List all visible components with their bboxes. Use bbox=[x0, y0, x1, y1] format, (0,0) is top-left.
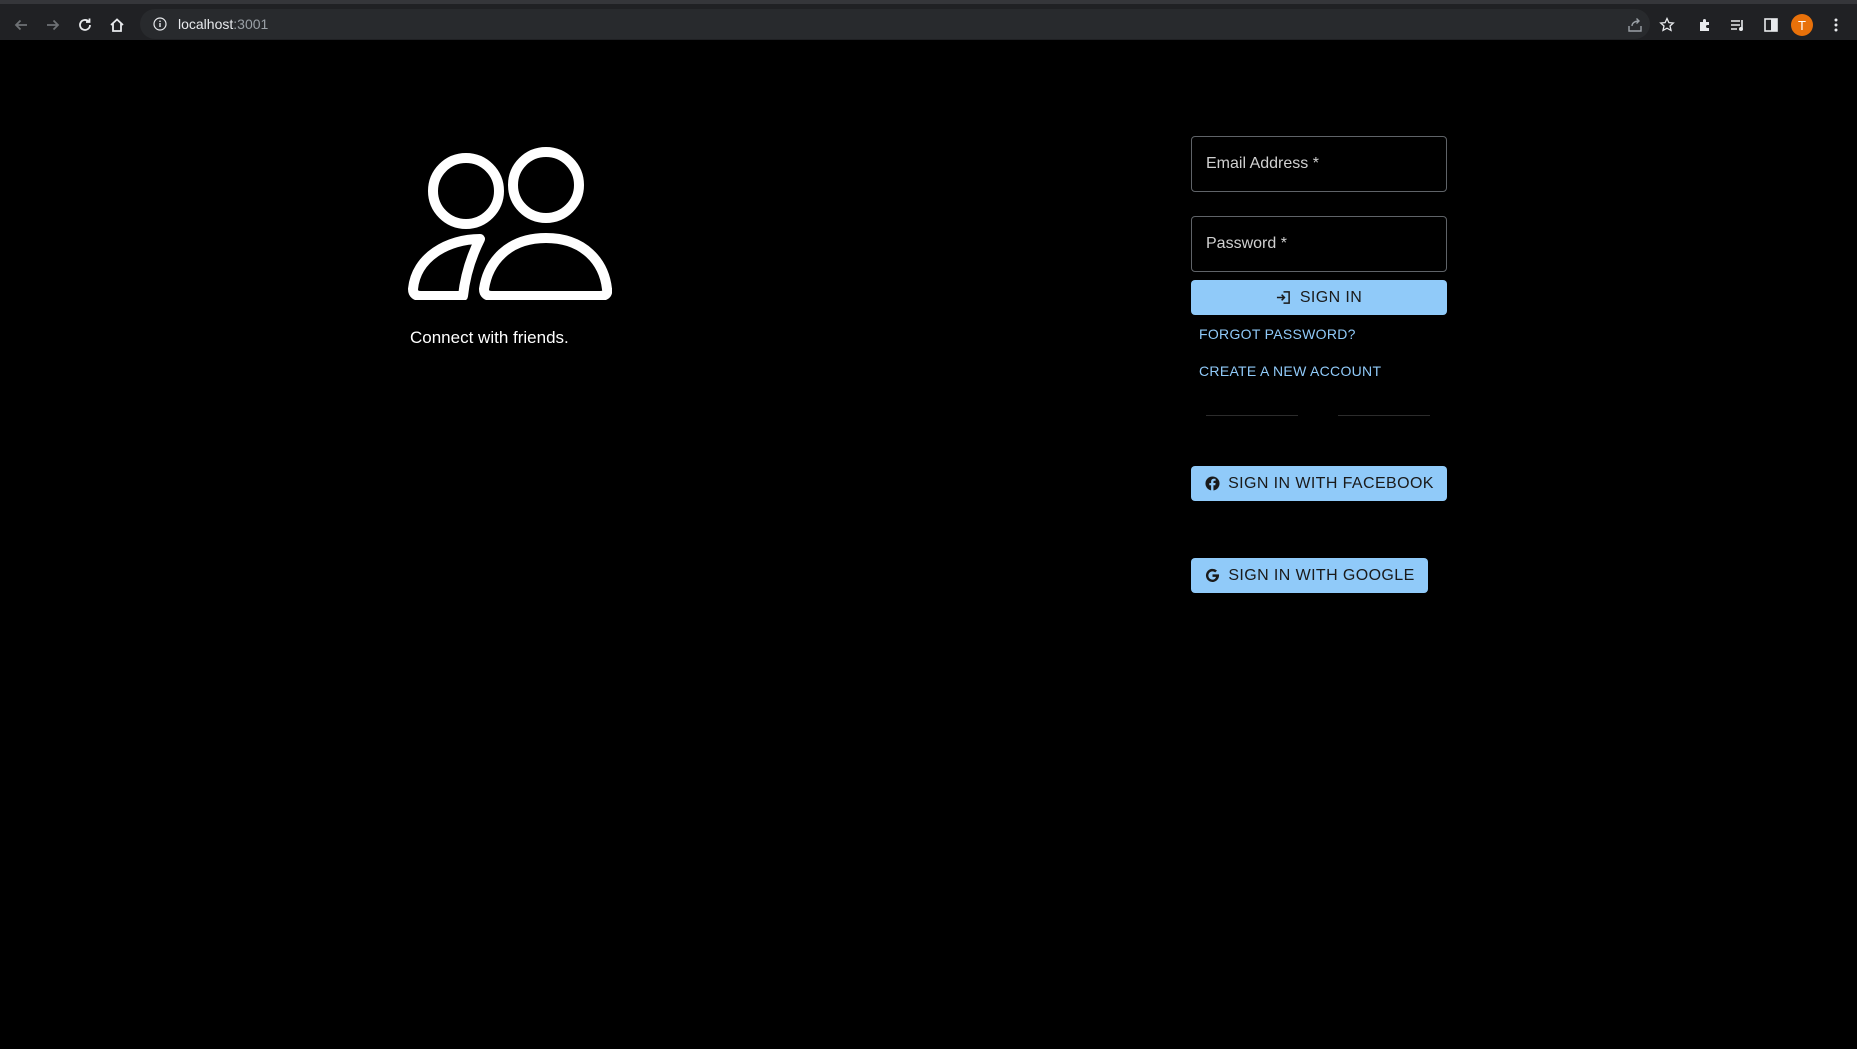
back-button[interactable] bbox=[8, 12, 34, 38]
tagline: Connect with friends. bbox=[410, 328, 569, 347]
bookmark-button[interactable] bbox=[1655, 13, 1679, 37]
side-panel-button[interactable] bbox=[1759, 13, 1783, 37]
kebab-menu-icon bbox=[1834, 18, 1838, 32]
google-icon bbox=[1204, 568, 1220, 584]
media-button[interactable] bbox=[1726, 13, 1750, 37]
sign-in-google-label: SIGN IN WITH GOOGLE bbox=[1228, 566, 1415, 584]
url-host: localhost bbox=[178, 16, 234, 32]
facebook-icon bbox=[1204, 476, 1220, 492]
profile-initial: T bbox=[1798, 17, 1806, 33]
reload-icon bbox=[79, 18, 91, 31]
password-field[interactable] bbox=[1191, 216, 1447, 272]
share-button[interactable] bbox=[1623, 13, 1647, 37]
address-bar[interactable]: localhost:3001 bbox=[140, 9, 1650, 39]
sign-in-facebook-label: SIGN IN WITH FACEBOOK bbox=[1228, 474, 1434, 492]
back-arrow-icon bbox=[14, 19, 27, 31]
sign-in-facebook-button[interactable]: SIGN IN WITH FACEBOOK bbox=[1191, 466, 1447, 501]
people-icon bbox=[408, 142, 613, 301]
password-input[interactable] bbox=[1192, 217, 1446, 271]
divider-right bbox=[1338, 415, 1430, 416]
url-text: localhost:3001 bbox=[178, 16, 268, 32]
reload-button[interactable] bbox=[72, 12, 98, 38]
forward-arrow-icon bbox=[47, 19, 60, 31]
browser-toolbar: localhost:3001 T bbox=[0, 0, 1857, 40]
email-input[interactable] bbox=[1192, 137, 1446, 191]
url-port: :3001 bbox=[233, 16, 269, 32]
login-icon bbox=[1276, 290, 1292, 306]
sign-in-button[interactable]: SIGN IN bbox=[1191, 280, 1447, 315]
email-field[interactable] bbox=[1191, 136, 1447, 192]
playlist-icon bbox=[1731, 20, 1743, 31]
puzzle-icon bbox=[1700, 19, 1709, 31]
profile-avatar[interactable]: T bbox=[1791, 14, 1813, 36]
extensions-button[interactable] bbox=[1693, 13, 1717, 37]
share-icon bbox=[1628, 18, 1642, 32]
page-content: Connect with friends. SIGN IN FORGOT PAS… bbox=[0, 40, 1857, 1049]
forgot-password-link[interactable]: FORGOT PASSWORD? bbox=[1199, 326, 1356, 342]
home-icon bbox=[110, 18, 124, 32]
create-account-link[interactable]: CREATE A NEW ACCOUNT bbox=[1199, 363, 1381, 379]
home-button[interactable] bbox=[104, 12, 130, 38]
divider-left bbox=[1206, 415, 1298, 416]
forward-button[interactable] bbox=[40, 12, 66, 38]
side-panel-icon bbox=[1764, 18, 1778, 32]
sign-in-label: SIGN IN bbox=[1299, 288, 1363, 306]
browser-menu-button[interactable] bbox=[1824, 13, 1848, 37]
site-info-icon[interactable] bbox=[152, 16, 168, 32]
sign-in-google-button[interactable]: SIGN IN WITH GOOGLE bbox=[1191, 558, 1428, 593]
star-icon bbox=[1659, 17, 1675, 32]
